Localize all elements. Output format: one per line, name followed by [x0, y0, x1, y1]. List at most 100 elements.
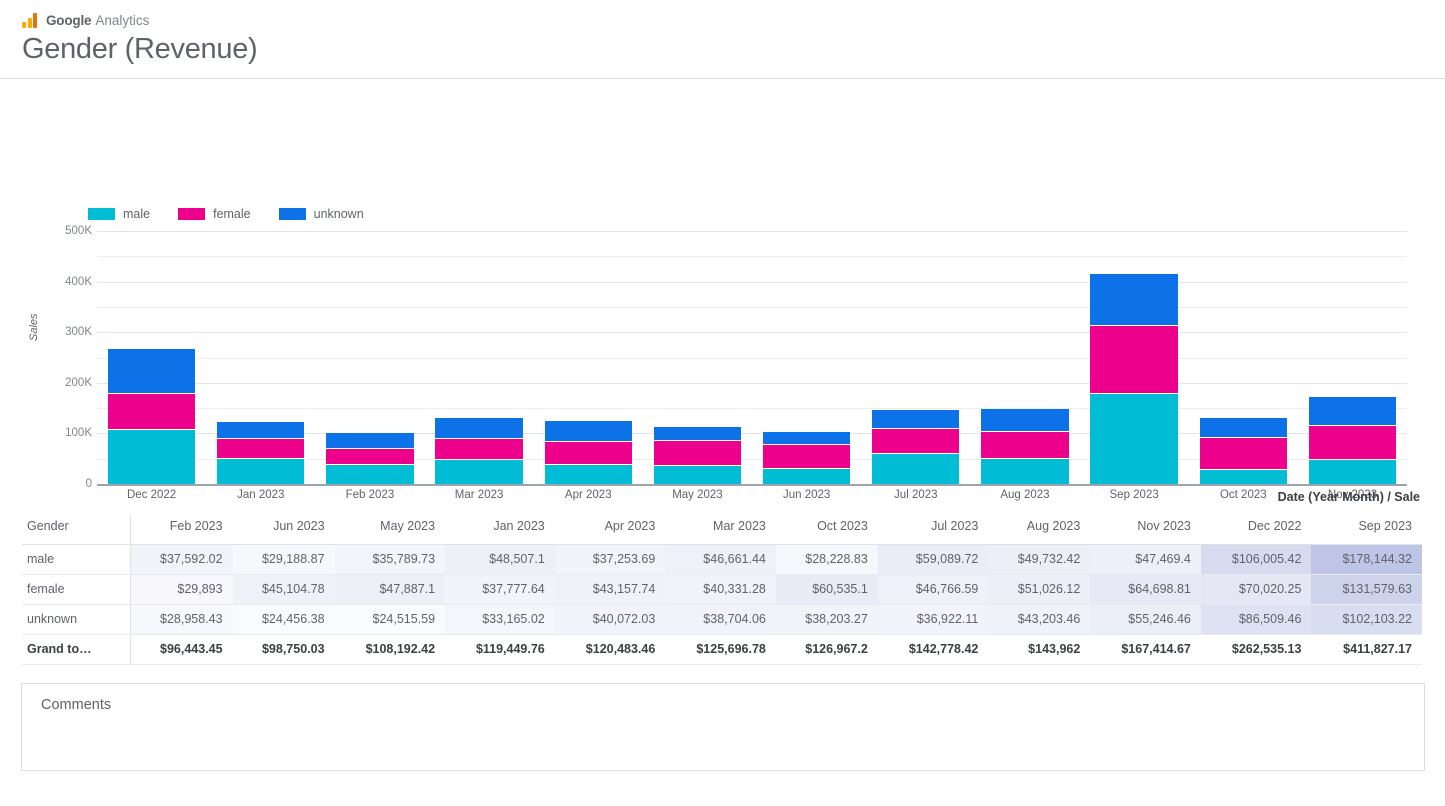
column-header[interactable]: Dec 2022 [1201, 514, 1312, 544]
column-header[interactable]: Feb 2023 [130, 514, 233, 544]
column-header[interactable]: Jan 2023 [445, 514, 555, 544]
bar-segment-unknown[interactable] [1200, 418, 1287, 437]
table-cell: $64,698.81 [1090, 574, 1201, 604]
bar-segment-unknown[interactable] [326, 433, 413, 448]
table-cell: $131,579.63 [1311, 574, 1422, 604]
bar-group[interactable] [1080, 231, 1189, 484]
legend-label-male: male [123, 207, 150, 221]
bar-segment-unknown[interactable] [108, 349, 195, 393]
legend-label-female: female [213, 207, 251, 221]
bar-segment-male[interactable] [654, 466, 741, 484]
x-tick-label: Apr 2023 [534, 489, 643, 501]
bar-stack [872, 410, 959, 484]
bar-segment-female[interactable] [326, 449, 413, 464]
legend-item-unknown[interactable]: unknown [279, 207, 364, 221]
bar-segment-male[interactable] [981, 459, 1068, 484]
column-header[interactable]: Aug 2023 [988, 514, 1090, 544]
bar-group[interactable] [970, 231, 1079, 484]
bar-segment-female[interactable] [217, 439, 304, 458]
bar-stack [217, 422, 304, 484]
legend-item-male[interactable]: male [88, 207, 150, 221]
bar-segment-female[interactable] [435, 439, 522, 459]
comments-box[interactable]: Comments [21, 683, 1425, 771]
bar-group[interactable] [861, 231, 970, 484]
y-axis-tick-labels: 0100K200K300K400K500K [0, 231, 92, 484]
bar-segment-male[interactable] [545, 465, 632, 484]
bar-group[interactable] [315, 231, 424, 484]
y-tick-label: 0 [40, 478, 92, 490]
bar-segment-male[interactable] [108, 430, 195, 484]
bar-group[interactable] [425, 231, 534, 484]
bar-segment-unknown[interactable] [545, 421, 632, 441]
bar-segment-male[interactable] [217, 459, 304, 484]
table-cell: $24,515.59 [335, 604, 446, 634]
bar-segment-unknown[interactable] [217, 422, 304, 439]
table-cell: $102,103.22 [1311, 604, 1422, 634]
bar-stack [435, 418, 522, 484]
bar-segment-male[interactable] [872, 454, 959, 484]
bar-segment-male[interactable] [1309, 460, 1396, 484]
column-header[interactable]: Mar 2023 [665, 514, 776, 544]
table-cell: $36,922.11 [878, 604, 989, 634]
bar-group[interactable] [534, 231, 643, 484]
bar-segment-male[interactable] [763, 469, 850, 484]
bar-segment-unknown[interactable] [872, 410, 959, 429]
column-header[interactable]: Jul 2023 [878, 514, 989, 544]
column-header[interactable]: Jun 2023 [233, 514, 335, 544]
bar-segment-unknown[interactable] [763, 432, 850, 444]
y-tick-label: 500K [40, 225, 92, 237]
bar-segment-male[interactable] [326, 465, 413, 484]
table-row[interactable]: unknown$28,958.43$24,456.38$24,515.59$33… [22, 604, 1422, 634]
x-tick-label: Jun 2023 [752, 489, 861, 501]
column-header[interactable]: Nov 2023 [1090, 514, 1201, 544]
table-total-cell: $98,750.03 [233, 634, 335, 664]
x-tick-label: May 2023 [643, 489, 752, 501]
bar-segment-unknown[interactable] [1309, 397, 1396, 425]
x-tick-label: Jul 2023 [861, 489, 970, 501]
column-header[interactable]: Apr 2023 [555, 514, 666, 544]
table-row[interactable]: female$29,893$45,104.78$47,887.1$37,777.… [22, 574, 1422, 604]
bar-group[interactable] [1189, 231, 1298, 484]
table-body: male$37,592.02$29,188.87$35,789.73$48,50… [22, 544, 1422, 664]
bar-segment-female[interactable] [654, 441, 741, 465]
bar-segment-male[interactable] [435, 460, 522, 484]
column-header[interactable]: Oct 2023 [776, 514, 878, 544]
bar-segment-female[interactable] [108, 394, 195, 429]
bar-segment-unknown[interactable] [654, 427, 741, 439]
bar-segment-unknown[interactable] [981, 409, 1068, 431]
column-header[interactable]: May 2023 [335, 514, 446, 544]
table-cell: $70,020.25 [1201, 574, 1312, 604]
legend-item-female[interactable]: female [178, 207, 251, 221]
bar-series-container [97, 231, 1407, 484]
table-cell: $24,456.38 [233, 604, 335, 634]
table-total-cell: $142,778.42 [878, 634, 989, 664]
row-label-female: female [22, 574, 130, 604]
x-axis-tick-labels: Dec 2022Jan 2023Feb 2023Mar 2023Apr 2023… [97, 489, 1407, 501]
table-row[interactable]: male$37,592.02$29,188.87$35,789.73$48,50… [22, 544, 1422, 574]
bar-segment-female[interactable] [1309, 426, 1396, 459]
bar-segment-female[interactable] [981, 432, 1068, 458]
bar-group[interactable] [97, 231, 206, 484]
bar-group[interactable] [1298, 231, 1407, 484]
bar-segment-female[interactable] [872, 429, 959, 453]
x-tick-label: Sep 2023 [1080, 489, 1189, 501]
bar-segment-unknown[interactable] [1090, 274, 1177, 326]
bar-segment-unknown[interactable] [435, 418, 522, 438]
pivot-table: Gender Feb 2023Jun 2023May 2023Jan 2023A… [22, 514, 1422, 665]
legend-label-unknown: unknown [314, 207, 364, 221]
bar-group[interactable] [752, 231, 861, 484]
bar-segment-male[interactable] [1200, 470, 1287, 484]
bar-segment-female[interactable] [1090, 326, 1177, 393]
google-analytics-logo-icon [22, 13, 39, 28]
legend-swatch-male [88, 208, 115, 220]
column-header-gender[interactable]: Gender [22, 514, 130, 544]
bar-group[interactable] [206, 231, 315, 484]
bar-segment-male[interactable] [1090, 394, 1177, 484]
bar-segment-female[interactable] [545, 442, 632, 464]
bar-segment-female[interactable] [1200, 438, 1287, 469]
bar-segment-female[interactable] [763, 445, 850, 468]
table-total-cell: $108,192.42 [335, 634, 446, 664]
table-total-cell: $262,535.13 [1201, 634, 1312, 664]
column-header[interactable]: Sep 2023 [1311, 514, 1422, 544]
bar-group[interactable] [643, 231, 752, 484]
